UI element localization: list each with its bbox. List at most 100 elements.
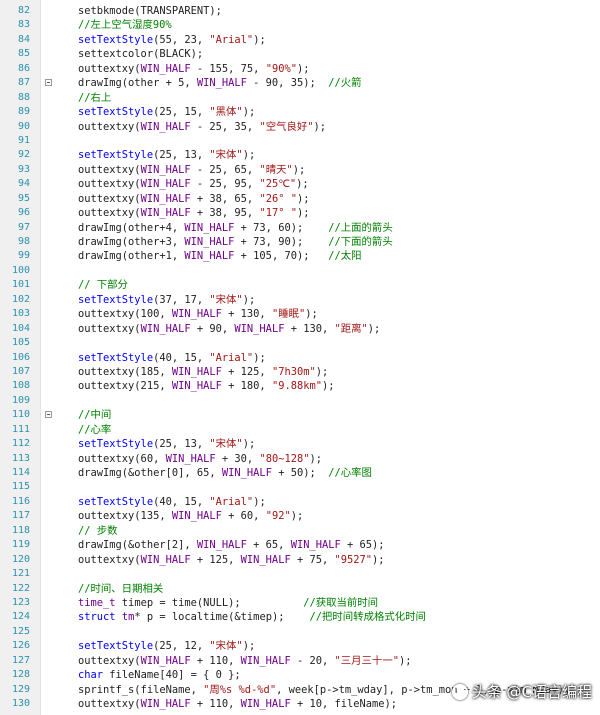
code-token: "宋体" bbox=[209, 640, 243, 653]
code-line[interactable]: 125 bbox=[0, 625, 600, 639]
line-number: 120 bbox=[11, 553, 30, 565]
code-line[interactable]: 119 drawImg(&other[2], WIN_HALF + 65, WIN… bbox=[0, 538, 600, 552]
code-token: (25, 15, bbox=[153, 106, 210, 119]
line-number: 92 bbox=[17, 149, 30, 161]
code-token: setTextStyle bbox=[78, 351, 154, 364]
code-token: ); bbox=[290, 510, 304, 523]
line-number: 93 bbox=[17, 163, 30, 175]
code-line[interactable]: 92 setTextStyle(25, 13, "宋体"); bbox=[0, 148, 600, 162]
code-line[interactable]: 121 bbox=[0, 567, 600, 581]
code-line[interactable]: 85 settextcolor(BLACK); bbox=[0, 47, 600, 61]
code-line[interactable]: 99 drawImg(other+1, WIN_HALF + 105, 70); … bbox=[0, 249, 600, 263]
code-line[interactable]: 87 drawImg(other + 5, WIN_HALF - 90, 35);… bbox=[0, 76, 600, 90]
code-token: WIN_HALF bbox=[171, 365, 222, 378]
code-line[interactable]: 107 outtextxy(185, WIN_HALF + 125, "7h30m… bbox=[0, 365, 600, 379]
code-line[interactable]: 98 drawImg(other+3, WIN_HALF + 73, 90); /… bbox=[0, 235, 600, 249]
code-line[interactable]: 124 struct tm* p = localtime(&timep); //把… bbox=[0, 610, 600, 624]
code-token: outtextxy( bbox=[78, 120, 141, 133]
code-token: (25, 13, bbox=[153, 149, 210, 162]
code-token: "黑体" bbox=[209, 106, 243, 119]
code-line[interactable]: 127 outtextxy(WIN_HALF + 110, WIN_HALF - … bbox=[0, 654, 600, 668]
code-line[interactable]: 104 outtextxy(WIN_HALF + 90, WIN_HALF + 1… bbox=[0, 322, 600, 336]
code-token: (40, 15, bbox=[153, 351, 210, 364]
code-token: WIN_HALF bbox=[165, 452, 216, 465]
code-text: setTextStyle(37, 17, "宋体"); bbox=[78, 293, 255, 307]
code-line[interactable]: 116 setTextStyle(40, 15, "Arial"); bbox=[0, 495, 600, 509]
code-line[interactable]: 95 outtextxy(WIN_HALF + 38, 65, "26° "); bbox=[0, 192, 600, 206]
code-line[interactable]: 94 outtextxy(WIN_HALF - 25, 95, "25℃"); bbox=[0, 177, 600, 191]
code-token: "晴天" bbox=[259, 163, 293, 176]
code-text: //心率 bbox=[78, 423, 111, 437]
line-number: 125 bbox=[11, 625, 30, 637]
code-token: ); bbox=[242, 293, 256, 306]
code-text: outtextxy(WIN_HALF - 25, 95, "25℃"); bbox=[78, 177, 309, 191]
code-line[interactable]: 93 outtextxy(WIN_HALF - 25, 65, "晴天"); bbox=[0, 163, 600, 177]
code-token: time_t bbox=[78, 596, 116, 609]
code-token: //心率图 bbox=[328, 467, 372, 479]
code-token: WIN_HALF bbox=[140, 698, 191, 710]
code-line[interactable]: 123 time_t timep = time(NULL); //获取当前时间 bbox=[0, 596, 600, 610]
code-token: WIN_HALF bbox=[171, 308, 222, 321]
code-text: // 下部分 bbox=[78, 278, 128, 292]
code-token: outtextxy( bbox=[78, 654, 141, 667]
code-line[interactable]: 83 //左上空气湿度90% bbox=[0, 18, 600, 32]
code-line[interactable]: 96 outtextxy(WIN_HALF + 38, 95, "17° "); bbox=[0, 206, 600, 220]
code-token: setTextStyle bbox=[78, 106, 154, 119]
code-line[interactable]: 111 //心率 bbox=[0, 423, 600, 437]
code-token: timep = time(NULL); bbox=[115, 596, 304, 609]
collapse-toggle-icon[interactable] bbox=[45, 79, 52, 87]
code-line[interactable]: 122 //时间、日期相关 bbox=[0, 582, 600, 596]
code-token: outtextxy( bbox=[78, 163, 141, 176]
code-token: ); bbox=[398, 654, 412, 667]
code-token: + 75, bbox=[290, 553, 335, 566]
line-number: 108 bbox=[11, 380, 30, 392]
code-line[interactable]: 108 outtextxy(215, WIN_HALF + 180, "9.88k… bbox=[0, 379, 600, 393]
code-line[interactable]: 97 drawImg(other+4, WIN_HALF + 73, 60); /… bbox=[0, 221, 600, 235]
code-text: outtextxy(WIN_HALF + 38, 65, "26° "); bbox=[78, 192, 310, 206]
code-line[interactable]: 88 //右上 bbox=[0, 91, 600, 105]
code-line[interactable]: 82 setbkmode(TRANSPARENT); bbox=[0, 4, 600, 18]
code-line[interactable]: 103 outtextxy(100, WIN_HALF + 130, "睡眠"); bbox=[0, 307, 600, 321]
code-token: + 38, 95, bbox=[190, 207, 260, 220]
code-line[interactable]: 101 // 下部分 bbox=[0, 278, 600, 292]
code-token: "26° " bbox=[259, 192, 297, 205]
code-token: //把时间转成格式化时间 bbox=[309, 611, 426, 624]
code-line[interactable]: 102 setTextStyle(37, 17, "宋体"); bbox=[0, 293, 600, 307]
code-token: setbkmode(TRANSPARENT); bbox=[78, 5, 222, 17]
code-line[interactable]: 105 bbox=[0, 336, 600, 350]
line-number: 128 bbox=[11, 669, 30, 681]
line-number: 111 bbox=[11, 423, 30, 435]
code-token: WIN_HALF bbox=[221, 467, 272, 479]
code-line[interactable]: 115 bbox=[0, 480, 600, 494]
code-line[interactable]: 117 outtextxy(135, WIN_HALF + 60, "92"); bbox=[0, 509, 600, 523]
collapse-toggle-icon[interactable] bbox=[45, 411, 52, 419]
code-token: outtextxy( bbox=[78, 698, 141, 710]
code-line[interactable]: 114 drawImg(&other[0], 65, WIN_HALF + 50)… bbox=[0, 466, 600, 480]
code-area[interactable]: 82 setbkmode(TRANSPARENT); 83//左上空气湿度90% 84… bbox=[0, 4, 600, 711]
code-line[interactable]: 90 outtextxy(WIN_HALF - 25, 35, "空气良好"); bbox=[0, 120, 600, 134]
code-line[interactable]: 110 //中间 bbox=[0, 408, 600, 422]
code-token: + 60, bbox=[221, 510, 266, 523]
code-line[interactable]: 91 bbox=[0, 134, 600, 148]
code-line[interactable]: 109 bbox=[0, 394, 600, 408]
code-line[interactable]: 106 setTextStyle(40, 15, "Arial"); bbox=[0, 351, 600, 365]
code-line[interactable]: 113 outtextxy(60, WIN_HALF + 30, "80~128"… bbox=[0, 452, 600, 466]
code-line[interactable]: 120 outtextxy(WIN_HALF + 125, WIN_HALF + … bbox=[0, 553, 600, 567]
code-line[interactable]: 100 bbox=[0, 264, 600, 278]
code-text: setTextStyle(25, 13, "宋体"); bbox=[78, 148, 255, 162]
code-line[interactable]: 118 // 步数 bbox=[0, 524, 600, 538]
code-line[interactable]: 89 setTextStyle(25, 15, "黑体"); bbox=[0, 105, 600, 119]
code-line[interactable]: 126 setTextStyle(25, 12, "宋体"); bbox=[0, 639, 600, 653]
line-number: 101 bbox=[11, 279, 30, 291]
code-line[interactable]: 86 outtextxy(WIN_HALF - 155, 75, "90%"); bbox=[0, 62, 600, 76]
code-token: + 125, bbox=[221, 365, 272, 378]
code-token: + 65, bbox=[246, 539, 291, 552]
code-line[interactable]: 112 setTextStyle(25, 13, "宋体"); bbox=[0, 437, 600, 451]
code-line[interactable]: 84 setTextStyle(55, 23, "Arial"); bbox=[0, 33, 600, 47]
code-text: drawImg(other+3, WIN_HALF + 73, 90); //下… bbox=[78, 235, 393, 249]
code-text: //时间、日期相关 bbox=[78, 582, 163, 596]
watermark: 头条 @C语言编程 bbox=[451, 681, 592, 703]
line-number: 97 bbox=[17, 221, 30, 233]
code-editor[interactable]: 82 setbkmode(TRANSPARENT); 83//左上空气湿度90% 84… bbox=[0, 0, 600, 715]
code-token: drawImg(other+4, bbox=[78, 221, 185, 234]
